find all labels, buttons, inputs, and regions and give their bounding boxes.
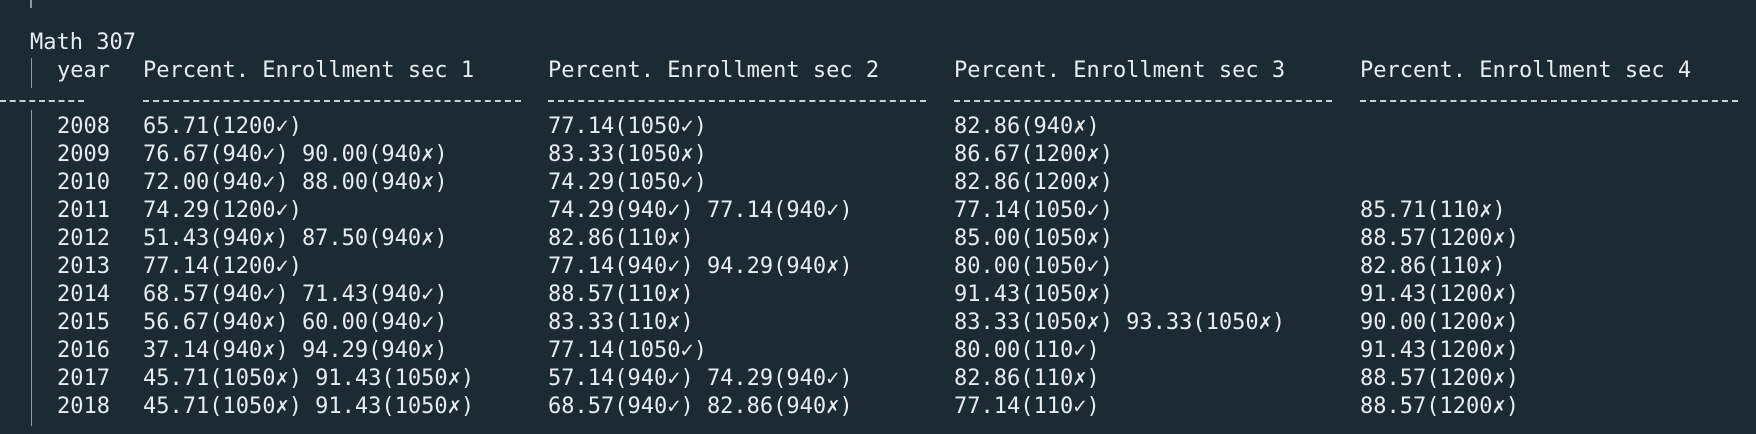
cell-sec1: 76.67(940✓) 90.00(940✗)	[143, 142, 448, 167]
cell-sec2: 82.86(110✗)	[548, 226, 694, 251]
cell-sec1: 56.67(940✗) 60.00(940✓)	[143, 310, 448, 335]
cell-sec4: 91.43(1200✗)	[1360, 338, 1519, 363]
cell-year: 2018	[57, 394, 110, 419]
cell-year: 2011	[57, 198, 110, 223]
table-row: 2015 56.67(940✗) 60.00(940✓) 83.33(110✗)…	[0, 309, 1756, 337]
cell-sec4: 90.00(1200✗)	[1360, 310, 1519, 335]
cell-year: 2012	[57, 226, 110, 251]
cell-sec1: 45.71(1050✗) 91.43(1050✗)	[143, 394, 475, 419]
header-row: year Percent. Enrollment sec 1 Percent. …	[0, 57, 1756, 85]
divider-sec1	[143, 100, 521, 102]
cell-sec1: 51.43(940✗) 87.50(940✗)	[143, 226, 448, 251]
cell-sec4: 88.57(1200✗)	[1360, 394, 1519, 419]
cell-sec1: 77.14(1200✓)	[143, 254, 302, 279]
cell-sec2: 88.57(110✗)	[548, 282, 694, 307]
cell-sec4: 82.86(110✗)	[1360, 254, 1506, 279]
cell-sec2: 74.29(940✓) 77.14(940✓)	[548, 198, 853, 223]
cell-sec4: 88.57(1200✗)	[1360, 366, 1519, 391]
cell-sec3: 80.00(1050✓)	[954, 254, 1113, 279]
cell-sec2: 77.14(1050✓)	[548, 114, 707, 139]
table-row: 2013 77.14(1200✓) 77.14(940✓) 94.29(940✗…	[0, 253, 1756, 281]
divider-year	[0, 100, 84, 102]
cell-sec3: 91.43(1050✗)	[954, 282, 1113, 307]
cell-sec2: 77.14(940✓) 94.29(940✗)	[548, 254, 853, 279]
table-title: Math 307	[30, 30, 136, 55]
cell-year: 2013	[57, 254, 110, 279]
cell-sec2: 77.14(1050✓)	[548, 338, 707, 363]
scroll-edge-marker	[30, 0, 32, 8]
cell-sec1: 65.71(1200✓)	[143, 114, 302, 139]
cell-sec3: 82.86(110✗)	[954, 366, 1100, 391]
cell-sec1: 45.71(1050✗) 91.43(1050✗)	[143, 366, 475, 391]
cell-sec1: 37.14(940✗) 94.29(940✗)	[143, 338, 448, 363]
table-row: 2011 74.29(1200✓) 74.29(940✓) 77.14(940✓…	[0, 197, 1756, 225]
cell-year: 2017	[57, 366, 110, 391]
table-row: 2012 51.43(940✗) 87.50(940✗) 82.86(110✗)…	[0, 225, 1756, 253]
cell-sec2: 57.14(940✓) 74.29(940✓)	[548, 366, 853, 391]
divider-sec4	[1360, 100, 1738, 102]
terminal-output: Math 307 year Percent. Enrollment sec 1 …	[0, 0, 1756, 434]
cell-sec2: 74.29(1050✓)	[548, 170, 707, 195]
cell-sec3: 80.00(110✓)	[954, 338, 1100, 363]
divider-sec2	[548, 100, 926, 102]
cell-sec3: 82.86(940✗)	[954, 114, 1100, 139]
table-row: 2014 68.57(940✓) 71.43(940✓) 88.57(110✗)…	[0, 281, 1756, 309]
cell-year: 2009	[57, 142, 110, 167]
cell-sec2: 83.33(1050✗)	[548, 142, 707, 167]
cell-sec3: 86.67(1200✗)	[954, 142, 1113, 167]
cell-year: 2008	[57, 114, 110, 139]
cell-sec4: 91.43(1200✗)	[1360, 282, 1519, 307]
cell-sec3: 77.14(1050✓)	[954, 198, 1113, 223]
table-row: 2009 76.67(940✓) 90.00(940✗) 83.33(1050✗…	[0, 141, 1756, 169]
cell-sec3: 82.86(1200✗)	[954, 170, 1113, 195]
header-divider	[0, 92, 1756, 112]
cell-sec3: 85.00(1050✗)	[954, 226, 1113, 251]
cell-sec4: 85.71(110✗)	[1360, 198, 1506, 223]
table-row: 2008 65.71(1200✓) 77.14(1050✓) 82.86(940…	[0, 113, 1756, 141]
table-row: 2017 45.71(1050✗) 91.43(1050✗) 57.14(940…	[0, 365, 1756, 393]
cell-sec4: 88.57(1200✗)	[1360, 226, 1519, 251]
header-sec4: Percent. Enrollment sec 4	[1360, 58, 1692, 83]
divider-sec3	[954, 100, 1332, 102]
cell-sec3: 77.14(110✓)	[954, 394, 1100, 419]
cell-sec2: 68.57(940✓) 82.86(940✗)	[548, 394, 853, 419]
cell-sec3: 83.33(1050✗) 93.33(1050✗)	[954, 310, 1286, 335]
cell-year: 2016	[57, 338, 110, 363]
header-sec1: Percent. Enrollment sec 1	[143, 58, 475, 83]
table-row: 2018 45.71(1050✗) 91.43(1050✗) 68.57(940…	[0, 393, 1756, 421]
cell-sec1: 74.29(1200✓)	[143, 198, 302, 223]
cell-sec2: 83.33(110✗)	[548, 310, 694, 335]
cell-year: 2010	[57, 170, 110, 195]
cell-year: 2014	[57, 282, 110, 307]
header-year: year	[57, 58, 110, 83]
cell-year: 2015	[57, 310, 110, 335]
table-row: 2010 72.00(940✓) 88.00(940✗) 74.29(1050✓…	[0, 169, 1756, 197]
cell-sec1: 72.00(940✓) 88.00(940✗)	[143, 170, 448, 195]
header-sec3: Percent. Enrollment sec 3	[954, 58, 1286, 83]
header-sec2: Percent. Enrollment sec 2	[548, 58, 880, 83]
table-row: 2016 37.14(940✗) 94.29(940✗) 77.14(1050✓…	[0, 337, 1756, 365]
cell-sec1: 68.57(940✓) 71.43(940✓)	[143, 282, 448, 307]
